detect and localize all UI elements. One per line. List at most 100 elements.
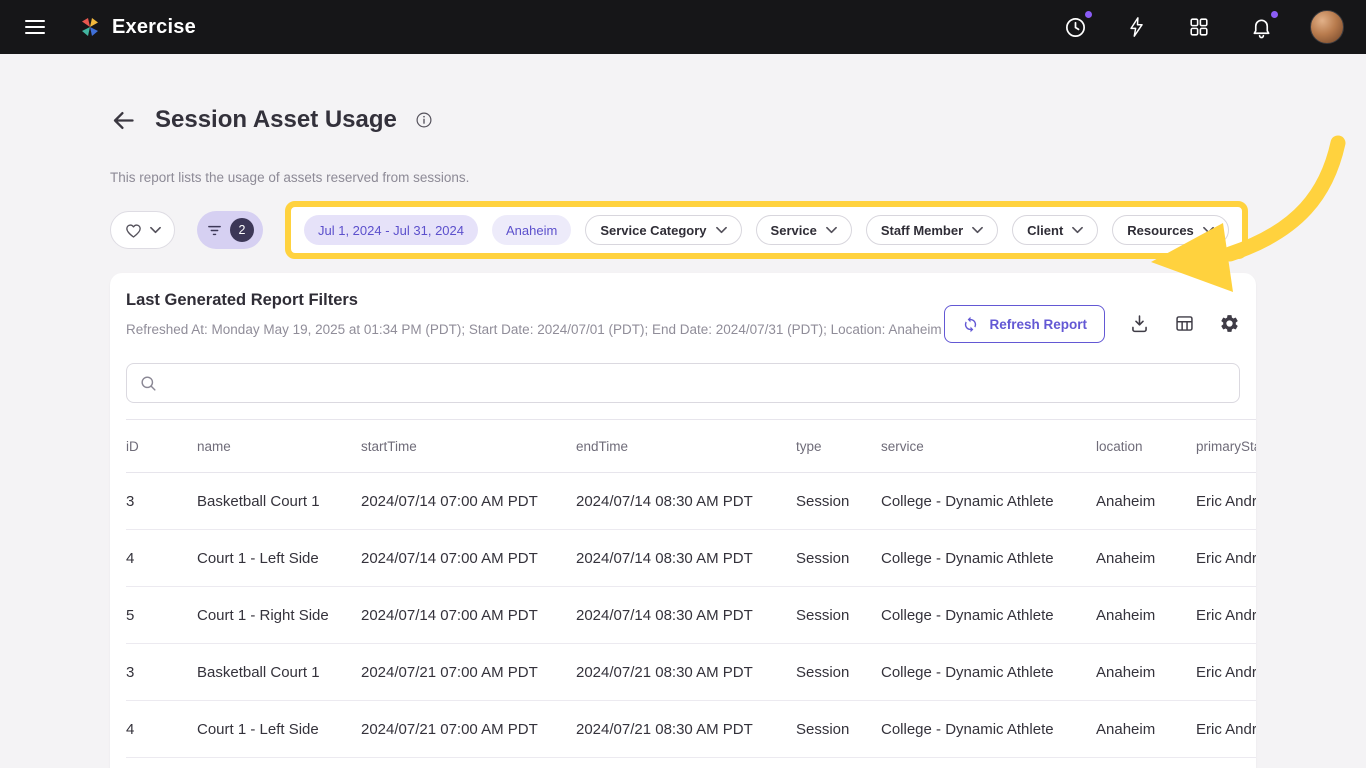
cell-type: Session: [796, 492, 850, 510]
filter-row: 2 Jul 1, 2024 - Jul 31, 2024 Anaheim Ser…: [110, 201, 1256, 259]
report-card: Last Generated Report Filters Refreshed …: [110, 273, 1256, 768]
heart-icon: [124, 221, 143, 240]
cell-service: College - Dynamic Athlete: [881, 492, 1054, 510]
table-row: 4 Court 1 - Left Side 2024/07/21 07:00 A…: [126, 701, 1256, 758]
table-header-row: iD name startTime endTime type service l…: [126, 419, 1256, 473]
cell-starttime: 2024/07/14 07:00 AM PDT: [361, 549, 538, 567]
report-table: iD name startTime endTime type service l…: [126, 419, 1256, 758]
cell-primarystaff: Eric Andre: [1196, 606, 1256, 624]
chevron-down-icon: [825, 226, 837, 234]
page-title: Session Asset Usage: [155, 106, 397, 133]
cell-id: 4: [126, 720, 135, 738]
column-header-id[interactable]: iD: [126, 439, 197, 454]
card-heading: Last Generated Report Filters: [126, 291, 358, 309]
menu-icon[interactable]: [22, 14, 48, 40]
cell-starttime: 2024/07/14 07:00 AM PDT: [361, 606, 538, 624]
location-filter-chip[interactable]: Anaheim: [492, 215, 572, 245]
cell-service: College - Dynamic Athlete: [881, 720, 1054, 738]
active-filters-button[interactable]: 2: [197, 211, 263, 249]
cell-service: College - Dynamic Athlete: [881, 606, 1054, 624]
column-header-name[interactable]: name: [197, 439, 361, 454]
table-row: 3 Basketball Court 1 2024/07/21 07:00 AM…: [126, 644, 1256, 701]
cell-name: Court 1 - Left Side: [197, 549, 319, 567]
history-icon[interactable]: [1062, 11, 1092, 40]
cell-location: Anaheim: [1096, 492, 1156, 510]
client-label: Client: [1027, 222, 1064, 238]
column-header-endtime[interactable]: endTime: [576, 439, 796, 454]
table-row: 5 Court 1 - Right Side 2024/07/14 07:00 …: [126, 587, 1256, 644]
cell-starttime: 2024/07/14 07:00 AM PDT: [361, 492, 538, 510]
refresh-report-label: Refresh Report: [989, 316, 1087, 332]
chevron-down-icon: [715, 226, 727, 234]
cell-id: 3: [126, 663, 135, 681]
cell-endtime: 2024/07/14 08:30 AM PDT: [576, 549, 753, 567]
filter-count-badge: 2: [230, 218, 254, 242]
resources-label: Resources: [1127, 222, 1194, 238]
cell-location: Anaheim: [1096, 549, 1156, 567]
cell-location: Anaheim: [1096, 606, 1156, 624]
lightning-icon[interactable]: [1124, 14, 1150, 40]
cell-id: 5: [126, 606, 135, 624]
chevron-down-icon: [1202, 226, 1214, 234]
resources-dropdown[interactable]: Resources: [1112, 215, 1229, 245]
column-header-type[interactable]: type: [796, 439, 881, 454]
cell-id: 4: [126, 549, 135, 567]
refresh-report-button[interactable]: Refresh Report: [944, 305, 1105, 343]
cell-type: Session: [796, 720, 850, 738]
cell-starttime: 2024/07/21 07:00 AM PDT: [361, 720, 538, 738]
search-icon: [139, 374, 158, 393]
table-row: 4 Court 1 - Left Side 2024/07/14 07:00 A…: [126, 530, 1256, 587]
cell-endtime: 2024/07/21 08:30 AM PDT: [576, 720, 753, 738]
client-dropdown[interactable]: Client: [1012, 215, 1099, 245]
staff-member-dropdown[interactable]: Staff Member: [865, 215, 999, 245]
column-header-starttime[interactable]: startTime: [361, 439, 576, 454]
cell-starttime: 2024/07/21 07:00 AM PDT: [361, 663, 538, 681]
cell-name: Basketball Court 1: [197, 492, 320, 510]
cell-type: Session: [796, 549, 850, 567]
back-arrow-icon[interactable]: [110, 107, 137, 134]
cell-id: 3: [126, 492, 135, 510]
download-icon[interactable]: [1129, 313, 1150, 334]
report-meta: Refreshed At: Monday May 19, 2025 at 01:…: [126, 322, 942, 337]
filter-pills-highlight-box: Jul 1, 2024 - Jul 31, 2024 Anaheim Servi…: [285, 201, 1248, 259]
service-category-dropdown[interactable]: Service Category: [585, 215, 742, 245]
cell-primarystaff: Eric Andre: [1196, 492, 1256, 510]
brand-logo[interactable]: Exercise: [78, 15, 196, 39]
filter-icon: [206, 222, 223, 239]
cell-primarystaff: Eric Andre: [1196, 549, 1256, 567]
avatar[interactable]: [1310, 10, 1344, 44]
cell-endtime: 2024/07/14 08:30 AM PDT: [576, 606, 753, 624]
main-content: Session Asset Usage This report lists th…: [0, 54, 1366, 768]
chevron-down-icon: [1072, 226, 1084, 234]
date-range-filter-chip[interactable]: Jul 1, 2024 - Jul 31, 2024: [304, 215, 478, 245]
cell-service: College - Dynamic Athlete: [881, 663, 1054, 681]
cell-name: Basketball Court 1: [197, 663, 320, 681]
table-body: 3 Basketball Court 1 2024/07/14 07:00 AM…: [126, 473, 1256, 758]
info-icon[interactable]: [415, 111, 433, 129]
bell-icon[interactable]: [1248, 11, 1278, 40]
gear-icon[interactable]: [1219, 313, 1240, 334]
chevron-down-icon: [150, 226, 161, 234]
column-header-primarystaff[interactable]: primaryStaff: [1196, 439, 1256, 454]
brand-name: Exercise: [112, 15, 196, 38]
page-description: This report lists the usage of assets re…: [110, 170, 470, 185]
column-header-location[interactable]: location: [1096, 439, 1196, 454]
cell-primarystaff: Eric Andre: [1196, 663, 1256, 681]
cell-service: College - Dynamic Athlete: [881, 549, 1054, 567]
column-header-service[interactable]: service: [881, 439, 1096, 454]
cell-name: Court 1 - Left Side: [197, 720, 319, 738]
cell-name: Court 1 - Right Side: [197, 606, 329, 624]
table-search: [126, 363, 1240, 403]
brand-mark-icon: [78, 15, 102, 39]
apps-grid-icon[interactable]: [1186, 14, 1212, 40]
cell-primarystaff: Eric Andre: [1196, 720, 1256, 738]
top-navbar: Exercise: [0, 0, 1366, 54]
cell-type: Session: [796, 606, 850, 624]
cell-endtime: 2024/07/14 08:30 AM PDT: [576, 492, 753, 510]
favorites-button[interactable]: [110, 211, 175, 249]
table-row: 3 Basketball Court 1 2024/07/14 07:00 AM…: [126, 473, 1256, 530]
service-dropdown[interactable]: Service: [755, 215, 852, 245]
service-label: Service: [770, 222, 817, 238]
table-view-icon[interactable]: [1174, 313, 1195, 334]
search-input[interactable]: [167, 375, 1227, 391]
